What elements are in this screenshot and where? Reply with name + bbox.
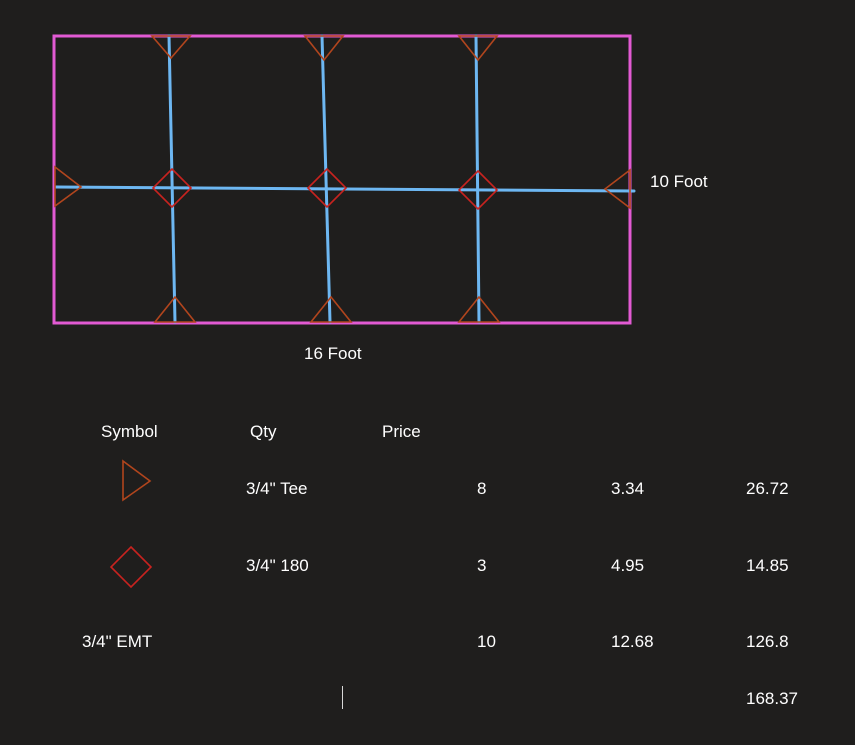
pipe-runs	[54, 34, 636, 324]
pipe-vertical-1	[167, 34, 177, 324]
row-total: 126.8	[746, 632, 789, 651]
header-price: Price	[382, 422, 421, 441]
tee-triangle-icon	[122, 459, 152, 502]
grand-total: 168.37	[746, 689, 798, 708]
tee-top-1	[150, 35, 192, 60]
row-qty: 8	[477, 479, 487, 498]
tee-right	[603, 168, 631, 210]
row-price: 3.34	[611, 479, 645, 498]
elbow-diamond-icon	[109, 545, 153, 589]
row-item: 3/4" Tee	[246, 479, 308, 498]
header-qty: Qty	[250, 422, 277, 441]
width-dimension-label: 16 Foot	[304, 344, 362, 363]
pipe-vertical-3	[474, 34, 481, 324]
row-price: 12.68	[611, 632, 654, 651]
pipe-vertical-2	[320, 34, 332, 324]
row-qty: 3	[477, 556, 487, 575]
tee-symbols	[54, 35, 631, 323]
header-symbol: Symbol	[101, 422, 158, 441]
row-total: 26.72	[746, 479, 789, 498]
room-outline	[52, 34, 632, 325]
tee-top-3	[457, 35, 499, 62]
row-item: 3/4" EMT	[82, 632, 153, 651]
text-cursor	[342, 686, 343, 709]
row-qty: 10	[477, 632, 496, 651]
row-total: 14.85	[746, 556, 789, 575]
height-dimension-label: 10 Foot	[650, 172, 708, 191]
row-price: 4.95	[611, 556, 645, 575]
row-item: 3/4" 180	[246, 556, 309, 575]
